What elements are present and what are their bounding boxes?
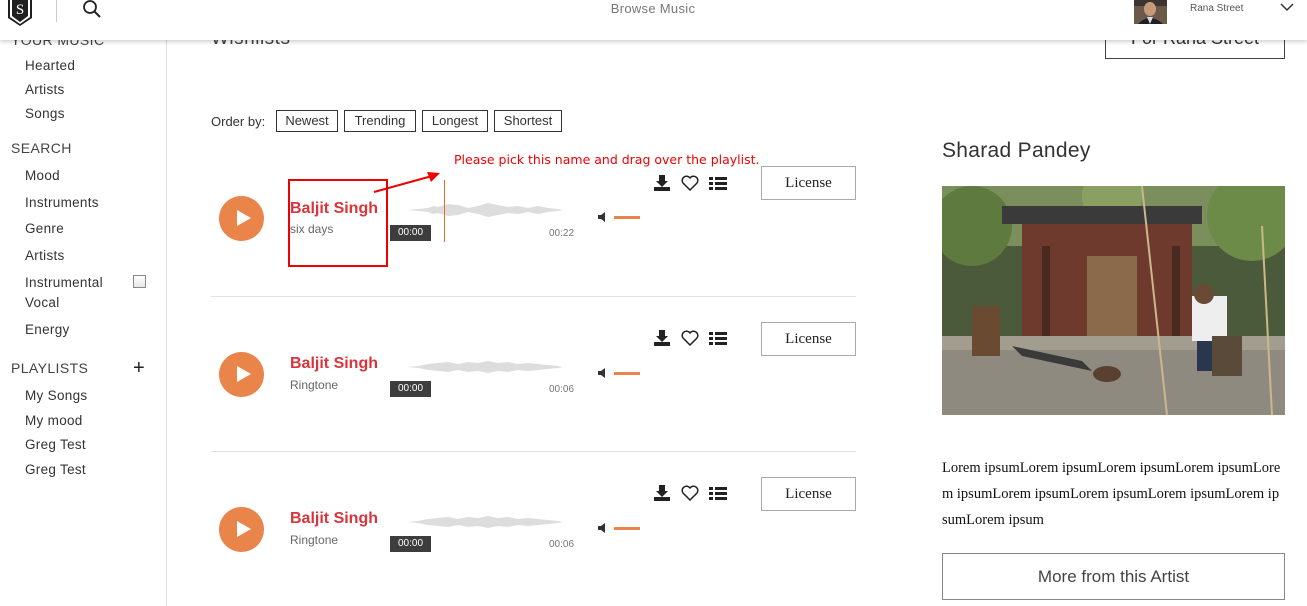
order-longest-button[interactable]: Longest [422,110,488,132]
sidebar-item-instruments[interactable]: Instruments [25,195,99,210]
track-artist[interactable]: Baljit Singh [290,510,378,528]
sidebar-item-hearted[interactable]: Hearted [25,58,75,73]
sidebar-item-songs[interactable]: Songs [25,106,65,121]
track-duration: 00:22 [549,228,575,239]
top-bar: S Browse Music Rana Street [0,0,1307,40]
order-shortest-button[interactable]: Shortest [494,110,562,132]
sidebar-item-mood[interactable]: Mood [25,168,60,183]
volume-icon[interactable] [597,211,609,223]
play-button[interactable] [219,352,264,397]
track-duration: 00:06 [549,384,575,395]
track-row: Baljit Singh Ringtone 00:00 00:06 Licens… [211,296,856,451]
heart-icon[interactable] [681,485,699,501]
play-button[interactable] [219,196,264,241]
track-row: Baljit Singh Ringtone 00:00 00:06 Licens… [211,451,856,606]
avatar[interactable] [1134,0,1167,24]
order-by-label: Order by: [211,114,266,129]
logo-icon[interactable]: S [7,0,33,26]
heart-icon[interactable] [681,175,699,191]
add-to-playlist-icon[interactable] [709,175,727,191]
instrumental-checkbox[interactable] [133,275,146,288]
add-playlist-button[interactable]: + [133,358,145,378]
playlist-item-my-mood[interactable]: My mood [25,413,83,428]
add-to-playlist-icon[interactable] [709,485,727,501]
more-from-artist-button[interactable]: More from this Artist [942,553,1285,600]
current-time: 00:00 [390,225,431,241]
playlist-item-my-songs[interactable]: My Songs [25,388,87,403]
artist-bio: Lorem ipsumLorem ipsumLorem ipsumLorem i… [942,460,1281,528]
topbar-divider [56,0,57,22]
artist-name: Sharad Pandey [942,139,1091,162]
current-time: 00:00 [390,536,431,552]
download-icon[interactable] [653,330,671,346]
download-icon[interactable] [653,175,671,191]
search-heading: SEARCH [11,140,72,156]
sidebar-item-energy[interactable]: Energy [25,322,70,337]
license-button[interactable]: License [761,477,856,511]
download-icon[interactable] [653,485,671,501]
volume-icon[interactable] [597,522,609,534]
svg-text:S: S [16,2,24,18]
sidebar-item-vocal[interactable]: Vocal [25,295,60,310]
volume-icon[interactable] [597,367,609,379]
sidebar-item-artists[interactable]: Artists [25,82,65,97]
user-name[interactable]: Rana Street [1190,3,1243,14]
license-button[interactable]: License [761,166,856,200]
volume-slider[interactable] [614,216,640,219]
order-newest-button[interactable]: Newest [276,110,338,132]
track-title: Ringtone [290,378,339,392]
sidebar: YOUR MUSIC Hearted Artists Songs SEARCH … [0,32,167,606]
license-button[interactable]: License [761,322,856,356]
playlists-heading: PLAYLISTS [11,360,89,376]
volume-slider[interactable] [614,527,640,530]
artist-photo [942,186,1285,415]
order-trending-button[interactable]: Trending [344,110,416,132]
playlist-item-greg-test-2[interactable]: Greg Test [25,462,86,477]
current-time: 00:00 [390,381,431,397]
annotation-arrow-icon [373,172,440,193]
playlist-item-greg-test[interactable]: Greg Test [25,437,86,452]
add-to-playlist-icon[interactable] [709,330,727,346]
search-icon[interactable] [82,0,104,22]
track-artist[interactable]: Baljit Singh [290,355,378,373]
track-duration: 00:06 [549,539,575,550]
chevron-down-icon[interactable] [1280,2,1294,12]
track-title: Ringtone [290,533,339,547]
annotation-text: Please pick this name and drag over the … [454,152,760,167]
sidebar-item-instrumental[interactable]: Instrumental [25,275,103,290]
heart-icon[interactable] [681,330,699,346]
waveform[interactable] [408,357,563,377]
waveform[interactable] [408,512,563,532]
volume-slider[interactable] [614,372,640,375]
sidebar-item-search-artists[interactable]: Artists [25,248,65,263]
play-button[interactable] [219,507,264,552]
waveform[interactable] [408,200,563,220]
sidebar-item-genre[interactable]: Genre [25,221,64,236]
browse-music-title[interactable]: Browse Music [560,1,746,16]
